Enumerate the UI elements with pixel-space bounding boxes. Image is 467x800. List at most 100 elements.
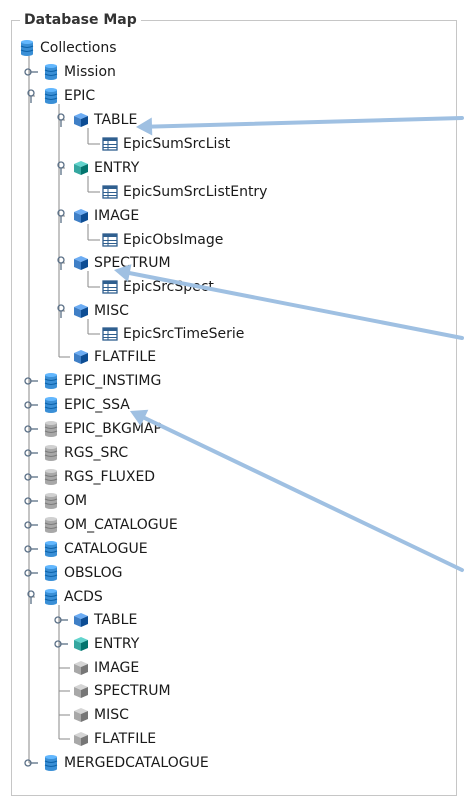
cube-icon bbox=[72, 730, 90, 748]
tree-node-om[interactable]: OM bbox=[24, 491, 87, 511]
expand-toggle-icon[interactable] bbox=[24, 494, 38, 508]
cube-icon bbox=[72, 302, 90, 320]
cube-icon bbox=[72, 635, 90, 653]
tree-node-label: CATALOGUE bbox=[64, 541, 148, 557]
tree-node-om-catalogue[interactable]: OM_CATALOGUE bbox=[24, 515, 178, 535]
tree-node-label: MERGEDCATALOGUE bbox=[64, 755, 209, 771]
expand-toggle-icon[interactable] bbox=[24, 374, 38, 388]
tree-node-label: ACDS bbox=[64, 589, 103, 605]
database-icon bbox=[42, 492, 60, 510]
tree-node-epic-misc[interactable]: MISC bbox=[54, 301, 129, 321]
expand-toggle-icon[interactable] bbox=[54, 637, 68, 651]
tree-node-epic[interactable]: EPIC bbox=[24, 86, 95, 106]
tree-node-label: EPIC_BKGMAP bbox=[64, 421, 162, 437]
expand-toggle-icon[interactable] bbox=[54, 613, 68, 627]
tree-node-epic-entry[interactable]: ENTRY bbox=[54, 158, 139, 178]
tree-node-label: MISC bbox=[94, 303, 129, 319]
tree-node-acds-spectrum[interactable]: SPECTRUM bbox=[72, 681, 171, 701]
tree-node-epic-image-1[interactable]: EpicObsImage bbox=[101, 230, 223, 250]
tree-node-epic-table-1[interactable]: EpicSumSrcList bbox=[101, 134, 230, 154]
tree-node-rgs-src[interactable]: RGS_SRC bbox=[24, 443, 128, 463]
tree-node-label: ENTRY bbox=[94, 160, 140, 176]
tree-node-epic-image[interactable]: IMAGE bbox=[54, 206, 139, 226]
database-icon bbox=[42, 564, 60, 582]
database-icon bbox=[42, 754, 60, 772]
tree-node-label: EpicSumSrcList bbox=[123, 136, 231, 152]
tree-node-label: IMAGE bbox=[94, 208, 140, 224]
cube-icon bbox=[72, 706, 90, 724]
tree-node-acds-image[interactable]: IMAGE bbox=[72, 658, 139, 678]
tree-node-acds-flatfile[interactable]: FLATFILE bbox=[72, 729, 156, 749]
database-icon bbox=[42, 420, 60, 438]
table-icon bbox=[101, 135, 119, 153]
tree-node-epic-ssa[interactable]: EPIC_SSA bbox=[24, 395, 130, 415]
tree-node-label: EpicSrcTimeSerie bbox=[123, 326, 245, 342]
cube-icon bbox=[72, 611, 90, 629]
database-icon bbox=[42, 588, 60, 606]
database-icon bbox=[18, 39, 36, 57]
database-tree: Collections Mission EPIC TABLE EpicSumSr… bbox=[0, 0, 467, 800]
tree-node-acds-entry[interactable]: ENTRY bbox=[54, 634, 139, 654]
tree-node-label: FLATFILE bbox=[94, 349, 157, 365]
expand-toggle-icon[interactable] bbox=[24, 566, 38, 580]
expand-toggle-icon[interactable] bbox=[24, 756, 38, 770]
tree-node-epic-entry-1[interactable]: EpicSumSrcListEntry bbox=[101, 182, 267, 202]
database-icon bbox=[42, 540, 60, 558]
tree-node-acds-misc[interactable]: MISC bbox=[72, 705, 129, 725]
cube-icon bbox=[72, 159, 90, 177]
cube-icon bbox=[72, 111, 90, 129]
collapse-toggle-icon[interactable] bbox=[54, 113, 68, 127]
tree-node-label: FLATFILE bbox=[94, 731, 157, 747]
cube-icon bbox=[72, 659, 90, 677]
tree-node-epic-bkgmap[interactable]: EPIC_BKGMAP bbox=[24, 419, 162, 439]
tree-node-label: RGS_SRC bbox=[64, 445, 129, 461]
collapse-toggle-icon[interactable] bbox=[24, 89, 38, 103]
tree-node-label: TABLE bbox=[94, 612, 138, 628]
tree-node-epic-table[interactable]: TABLE bbox=[54, 110, 137, 130]
tree-node-epic-spectrum-1[interactable]: EpicSrcSpect bbox=[101, 277, 214, 297]
tree-node-catalogue[interactable]: CATALOGUE bbox=[24, 539, 148, 559]
collapse-toggle-icon[interactable] bbox=[54, 161, 68, 175]
tree-node-obslog[interactable]: OBSLOG bbox=[24, 563, 122, 583]
tree-node-label: RGS_FLUXED bbox=[64, 469, 156, 485]
cube-icon bbox=[72, 348, 90, 366]
tree-node-label: SPECTRUM bbox=[94, 255, 171, 271]
table-icon bbox=[101, 231, 119, 249]
table-icon bbox=[101, 325, 119, 343]
tree-node-mergedcatalogue[interactable]: MERGEDCATALOGUE bbox=[24, 753, 209, 773]
table-icon bbox=[101, 183, 119, 201]
tree-node-label: OM bbox=[64, 493, 88, 509]
tree-node-label: EPIC_SSA bbox=[64, 397, 130, 413]
tree-node-rgs-fluxed[interactable]: RGS_FLUXED bbox=[24, 467, 155, 487]
cube-icon bbox=[72, 254, 90, 272]
tree-node-collections[interactable]: Collections bbox=[18, 38, 117, 58]
tree-node-epic-flatfile[interactable]: FLATFILE bbox=[72, 347, 156, 367]
cube-icon bbox=[72, 682, 90, 700]
tree-node-label: IMAGE bbox=[94, 660, 140, 676]
database-icon bbox=[42, 396, 60, 414]
collapse-toggle-icon[interactable] bbox=[24, 590, 38, 604]
collapse-toggle-icon[interactable] bbox=[54, 304, 68, 318]
table-icon bbox=[101, 278, 119, 296]
tree-node-mission[interactable]: Mission bbox=[24, 62, 116, 82]
tree-node-label: OBSLOG bbox=[64, 565, 123, 581]
expand-toggle-icon[interactable] bbox=[24, 65, 38, 79]
tree-node-acds[interactable]: ACDS bbox=[24, 587, 103, 607]
database-icon bbox=[42, 516, 60, 534]
tree-node-acds-table[interactable]: TABLE bbox=[54, 610, 137, 630]
collapse-toggle-icon[interactable] bbox=[54, 256, 68, 270]
tree-node-epic-instimg[interactable]: EPIC_INSTIMG bbox=[24, 371, 161, 391]
tree-node-epic-spectrum[interactable]: SPECTRUM bbox=[54, 253, 171, 273]
collapse-toggle-icon[interactable] bbox=[54, 209, 68, 223]
database-icon bbox=[42, 63, 60, 81]
tree-node-epic-misc-1[interactable]: EpicSrcTimeSerie bbox=[101, 324, 244, 344]
expand-toggle-icon[interactable] bbox=[24, 470, 38, 484]
expand-toggle-icon[interactable] bbox=[24, 422, 38, 436]
tree-node-label: TABLE bbox=[94, 112, 138, 128]
expand-toggle-icon[interactable] bbox=[24, 446, 38, 460]
tree-node-label: ENTRY bbox=[94, 636, 140, 652]
expand-toggle-icon[interactable] bbox=[24, 398, 38, 412]
tree-node-label: Mission bbox=[64, 64, 116, 80]
expand-toggle-icon[interactable] bbox=[24, 518, 38, 532]
expand-toggle-icon[interactable] bbox=[24, 542, 38, 556]
